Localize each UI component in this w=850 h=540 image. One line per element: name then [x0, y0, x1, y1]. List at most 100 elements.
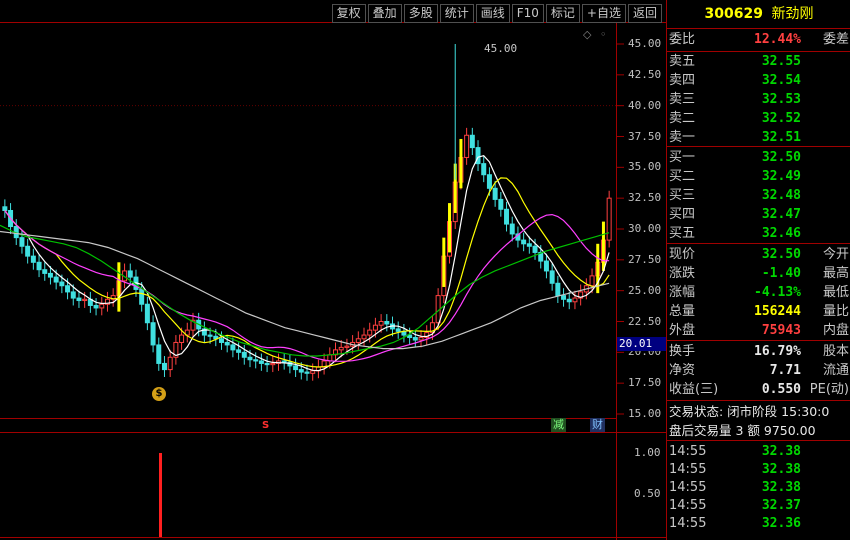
quote-row-value: -4.13%: [754, 285, 801, 300]
buy-row: 买三 32.48: [669, 186, 849, 205]
toolbar-button-3[interactable]: 统计: [439, 4, 474, 23]
candle-body: [572, 297, 578, 303]
quote-panel: 300629 新劲刚 委比 12.44% 委差 卖五 32.55 卖四 32.54 卖三…: [666, 0, 850, 540]
sell-row-value: 32.53: [761, 92, 801, 107]
divider: [667, 400, 850, 401]
candle-body: [270, 362, 276, 366]
price-tick-label: 17.50: [628, 376, 662, 390]
cai-mark-badge[interactable]: 财: [590, 418, 605, 432]
trade-status: 交易状态: 闭市阶段 15:30:0: [669, 404, 830, 419]
settings-dot-icon[interactable]: ◦: [600, 28, 607, 41]
candle-body: [258, 360, 264, 364]
candle-body: [486, 174, 492, 189]
toolbar-button-1[interactable]: 叠加: [367, 4, 402, 23]
dollar-bag-icon[interactable]: $: [152, 387, 166, 401]
tick-row: 14:55 32.36: [669, 514, 849, 533]
candle-body: [224, 341, 230, 346]
candle-body: [144, 303, 150, 324]
candle-body: [298, 369, 304, 373]
candle-body: [59, 281, 65, 287]
jian-mark-badge[interactable]: 减: [551, 418, 566, 432]
toolbar-button-7[interactable]: +自选: [581, 4, 626, 23]
candle-body: [504, 208, 510, 225]
buy-row-value: 32.46: [761, 226, 801, 241]
buy-row-value: 32.49: [761, 169, 801, 184]
chart-toolbar: 复权 叠加 多股 统计 画线 F10 标记 +自选 返回: [330, 4, 662, 23]
candle-body: [127, 270, 133, 278]
divider: [667, 440, 850, 441]
toolbar-button-4[interactable]: 画线: [475, 4, 510, 23]
price-tick-label: 45.00: [628, 37, 662, 50]
sell-row: 卖一 32.51: [669, 128, 849, 147]
quote-row-label: 涨幅: [669, 285, 696, 300]
price-tick-label: 22.50: [628, 314, 662, 328]
s-mark-icon[interactable]: S: [262, 420, 269, 431]
candle-body: [293, 365, 299, 371]
stats-row-value: 7.71: [769, 363, 801, 378]
toolbar-button-8[interactable]: 返回: [627, 4, 662, 23]
stats-row-label: 净资: [669, 363, 696, 378]
sell-row-value: 32.55: [761, 54, 801, 69]
tick-row-value: 32.38: [761, 480, 801, 495]
signal-bar: [442, 237, 446, 287]
candle-body: [492, 187, 498, 200]
quote-row-value: 75943: [761, 323, 801, 338]
weibi-label: 委比: [669, 32, 696, 47]
price-tick-label: 15.00: [628, 407, 662, 420]
price-gridlines: [0, 43, 624, 415]
candle-body: [344, 345, 350, 348]
candle-body: [384, 321, 390, 325]
stats-row: 收益(三) 0.550 PE(动): [669, 380, 849, 399]
sell-row: 卖三 32.53: [669, 90, 849, 109]
buy-row: 买一 32.50: [669, 148, 849, 167]
candles-group: [2, 44, 612, 381]
toolbar-button-6[interactable]: 标记: [545, 4, 580, 23]
kline-chart[interactable]: [0, 0, 666, 540]
candle-body: [304, 371, 310, 374]
quote-row-right-label: 最低: [822, 285, 849, 300]
stats-row-value: 16.79%: [754, 344, 801, 359]
weicha-label: 委差: [822, 32, 849, 47]
candle-body: [139, 288, 145, 305]
candle-body: [82, 298, 88, 302]
candle-body: [338, 346, 344, 351]
candle-body: [509, 223, 515, 235]
kline-chart-area[interactable]: 复权 叠加 多股 统计 画线 F10 标记 +自选 返回 45.00 42.50 40.00 37.5…: [0, 0, 667, 540]
quote-row-label: 涨跌: [669, 266, 696, 281]
candle-body: [47, 272, 53, 278]
sell-row-label: 卖二: [669, 111, 696, 126]
quote-row: 涨幅 -4.13% 最低: [669, 283, 849, 302]
toolbar-button-0[interactable]: 复权: [331, 4, 366, 23]
toolbar-button-2[interactable]: 多股: [403, 4, 438, 23]
buy-row-value: 32.50: [761, 150, 801, 165]
candle-body: [99, 303, 105, 309]
candle-body: [469, 134, 475, 149]
tick-row-label: 14:55: [669, 480, 707, 495]
candle-body: [156, 344, 162, 364]
candle-body: [310, 370, 316, 374]
price-tick-label: 32.50: [628, 191, 662, 205]
tick-row-value: 32.36: [761, 516, 801, 531]
candle-body: [395, 328, 401, 332]
toolbar-button-5[interactable]: F10: [511, 4, 544, 23]
candle-body: [555, 282, 561, 297]
buy-row-label: 买三: [669, 188, 696, 203]
candle-body: [361, 334, 367, 340]
candle-body: [264, 362, 270, 366]
quote-row: 外盘 75943 内盘: [669, 321, 849, 340]
diamond-icon[interactable]: ◇: [583, 28, 591, 41]
candle-body: [372, 324, 378, 331]
buy-row-label: 买二: [669, 169, 696, 184]
stock-code: 300629: [704, 6, 763, 22]
after-hours-volume: 盘后交易量 3 额 9750.00: [669, 423, 816, 438]
quote-row-right-label: 最高: [822, 266, 849, 281]
ma120-line: [0, 230, 610, 350]
stats-row-label: 收益(三): [669, 382, 719, 397]
quote-row-right-label: 内盘: [822, 323, 849, 338]
candle-body: [30, 255, 36, 263]
buy-row-label: 买一: [669, 150, 696, 165]
tick-row: 14:55 32.38: [669, 478, 849, 497]
candle-body: [150, 322, 156, 346]
candle-body: [179, 334, 185, 343]
tick-row-value: 32.37: [761, 498, 801, 513]
